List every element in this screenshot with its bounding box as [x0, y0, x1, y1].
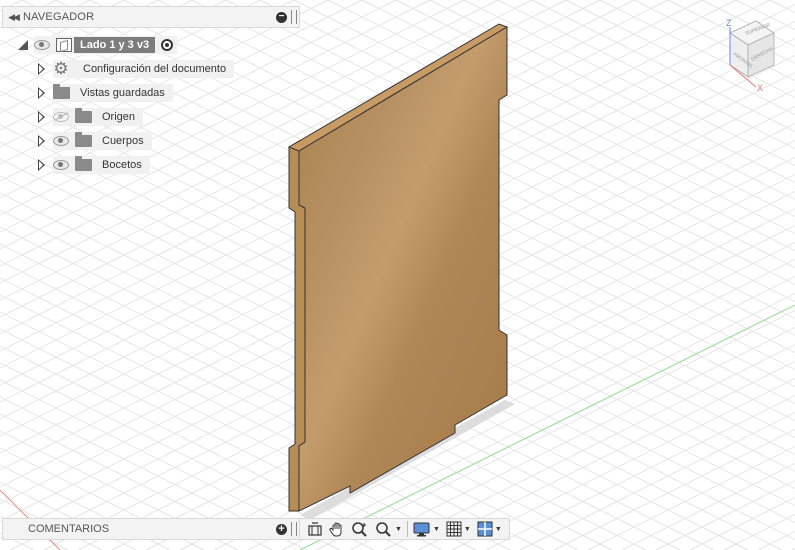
display-settings-icon [413, 522, 430, 537]
comments-panel: COMENTARIOS + [2, 518, 300, 540]
pan-icon [329, 522, 342, 537]
visibility-eye-icon[interactable] [34, 40, 50, 50]
dropdown-arrow-icon[interactable]: ▼ [464, 526, 471, 533]
expand-triangle-icon[interactable] [38, 159, 45, 171]
tree-root-row[interactable]: Lado 1 y 3 v3 [18, 36, 178, 54]
visibility-eye-icon[interactable] [53, 160, 69, 170]
hidden-eye-icon[interactable] [53, 112, 69, 122]
expand-triangle-icon[interactable] [38, 63, 45, 75]
expand-triangle-icon[interactable] [38, 87, 45, 99]
tree-item-bodies[interactable]: Cuerpos [38, 132, 152, 150]
dropdown-arrow-icon[interactable]: ▼ [495, 526, 502, 533]
navigator-title: NAVEGADOR [23, 11, 95, 23]
orbit-icon [308, 522, 322, 536]
visibility-eye-icon[interactable] [53, 136, 69, 146]
dropdown-arrow-icon[interactable]: ▼ [433, 526, 440, 533]
tree-item-label: Bocetos [102, 159, 142, 171]
add-comment-icon[interactable]: + [276, 523, 287, 535]
comments-title: COMENTARIOS [28, 523, 110, 535]
zoom-tool[interactable] [351, 521, 369, 537]
display-settings-tool[interactable]: ▼ [413, 521, 440, 537]
viewcube[interactable]: SUPERIOR FRONTAL DERECHA Z X [712, 15, 782, 95]
dropdown-arrow-icon[interactable]: ▼ [395, 526, 402, 533]
navigator-header: ◀◀ NAVEGADOR − [2, 6, 300, 28]
expand-triangle-icon[interactable] [38, 135, 45, 147]
orbit-tool[interactable] [307, 522, 323, 536]
minimize-icon[interactable]: − [276, 11, 287, 23]
viewports-tool[interactable]: ▼ [477, 521, 502, 537]
tree-item-saved-views[interactable]: Vistas guardadas [38, 84, 173, 102]
tree-item-document-settings[interactable]: ⚙ Configuración del documento [38, 59, 235, 78]
navigation-toolbar: ▼ ▼ ▼ ▼ [300, 518, 510, 540]
panel-grip-icon[interactable] [291, 10, 297, 24]
folder-icon [53, 84, 70, 99]
panel-front-face [298, 26, 508, 512]
tree-item-sketches[interactable]: Bocetos [38, 156, 150, 174]
panel-grip-icon[interactable] [291, 522, 297, 536]
tree-item-label: Configuración del documento [83, 63, 227, 75]
activate-component-icon[interactable] [161, 39, 174, 51]
folder-icon [75, 108, 92, 123]
pan-tool[interactable] [329, 521, 345, 537]
fit-tool[interactable]: ▼ [375, 521, 402, 537]
viewports-icon [477, 521, 493, 537]
fit-icon [376, 522, 391, 537]
tree-item-origin[interactable]: Origen [38, 108, 144, 126]
grid-settings-tool[interactable]: ▼ [446, 521, 471, 537]
zoom-icon [352, 522, 367, 537]
tree-item-label: Origen [102, 111, 136, 123]
tree-item-label: Vistas guardadas [80, 87, 165, 99]
folder-icon [75, 156, 92, 171]
collapse-panel-icon[interactable]: ◀◀ [3, 12, 23, 23]
expand-triangle-icon[interactable] [38, 111, 45, 123]
wood-panel-body[interactable] [0, 0, 795, 550]
component-icon [56, 38, 72, 52]
gear-icon: ⚙ [53, 59, 69, 78]
3d-viewport[interactable]: SUPERIOR FRONTAL DERECHA Z X [0, 0, 795, 550]
root-component-label[interactable]: Lado 1 y 3 v3 [74, 37, 156, 53]
expand-triangle-open-icon[interactable] [18, 40, 28, 50]
viewcube-x-label: X [757, 83, 763, 93]
viewcube-z-label: Z [726, 18, 732, 28]
folder-icon [75, 132, 92, 147]
tree-item-label: Cuerpos [102, 135, 144, 147]
grid-icon [446, 521, 462, 537]
